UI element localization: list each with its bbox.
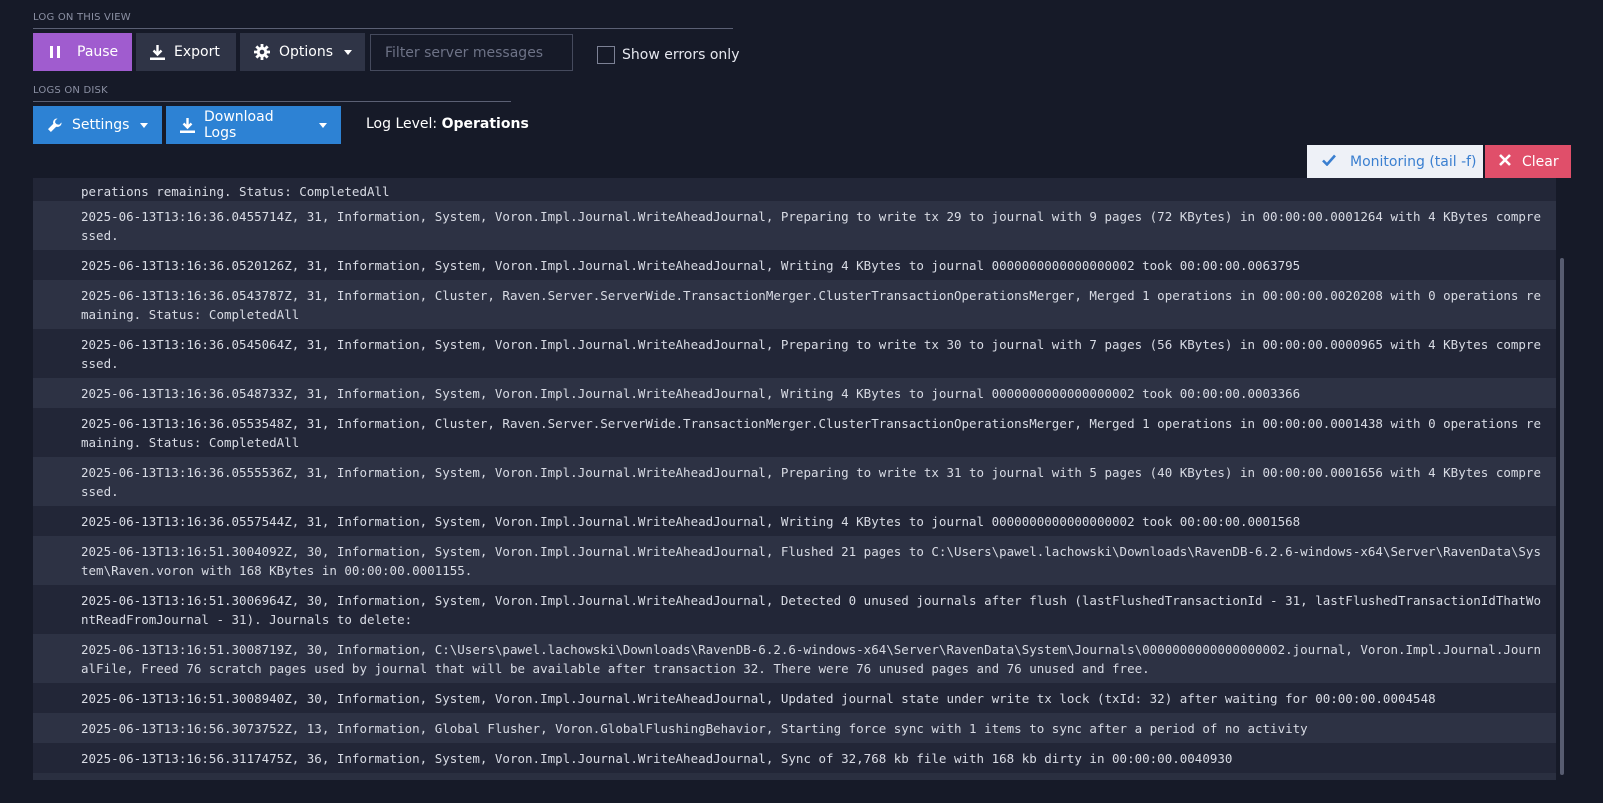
export-button-label: Export bbox=[174, 44, 220, 60]
pause-icon bbox=[50, 46, 60, 58]
export-button[interactable]: Export bbox=[136, 33, 236, 71]
gear-icon bbox=[254, 44, 270, 60]
log-level-value: Operations bbox=[441, 116, 529, 132]
settings-dropdown-button[interactable]: Settings bbox=[33, 106, 162, 144]
settings-button-label: Settings bbox=[72, 117, 130, 133]
view-section-divider bbox=[33, 28, 733, 29]
log-row: 2025-06-13T13:16:36.0557544Z, 31, Inform… bbox=[33, 506, 1556, 536]
chevron-down-icon bbox=[319, 122, 327, 128]
log-level-prefix: Log Level: bbox=[366, 116, 438, 132]
download-logs-button-label: Download Logs bbox=[204, 109, 274, 141]
log-list: perations remaining. Status: CompletedAl… bbox=[33, 178, 1556, 780]
log-row: 2025-06-13T13:16:56.3073752Z, 13, Inform… bbox=[33, 713, 1556, 743]
download-icon bbox=[150, 44, 165, 60]
log-level-indicator: Log Level: Operations bbox=[366, 116, 529, 132]
log-row: 2025-06-13T13:16:51.3008719Z, 30, Inform… bbox=[33, 634, 1556, 683]
disk-section-divider bbox=[33, 101, 511, 102]
filter-messages-input[interactable] bbox=[370, 34, 573, 71]
options-dropdown-button[interactable]: Options bbox=[240, 33, 365, 71]
errors-only-toggle[interactable]: Show errors only bbox=[597, 46, 739, 64]
log-row: 2025-06-13T13:16:36.0543787Z, 31, Inform… bbox=[33, 280, 1556, 329]
log-row: perations remaining. Status: CompletedAl… bbox=[33, 178, 1556, 201]
monitoring-toggle-button[interactable]: Monitoring (tail -f) bbox=[1307, 145, 1483, 178]
errors-only-checkbox[interactable] bbox=[597, 46, 615, 64]
log-scrollbar[interactable] bbox=[1560, 258, 1564, 775]
download-logs-dropdown-button[interactable]: Download Logs bbox=[166, 106, 341, 144]
view-section-label: LOG ON THIS VIEW bbox=[33, 12, 131, 23]
pause-button[interactable]: Pause bbox=[33, 33, 132, 71]
clear-button-label: Clear bbox=[1522, 153, 1559, 170]
wrench-icon bbox=[47, 117, 63, 133]
log-row: 2025-06-13T13:16:36.0555536Z, 31, Inform… bbox=[33, 457, 1556, 506]
check-icon bbox=[1322, 154, 1336, 170]
disk-section-label: LOGS ON DISK bbox=[33, 85, 108, 96]
log-row: 2025-06-13T13:16:56.3117475Z, 36, Inform… bbox=[33, 743, 1556, 773]
close-icon bbox=[1499, 153, 1511, 170]
log-row: 2025-06-13T13:16:51.3006964Z, 30, Inform… bbox=[33, 585, 1556, 634]
chevron-down-icon bbox=[344, 49, 353, 55]
log-row: 2025-06-13T13:16:36.0520126Z, 31, Inform… bbox=[33, 250, 1556, 280]
options-button-label: Options bbox=[279, 44, 334, 60]
download-icon bbox=[180, 117, 195, 133]
log-row: 2025-06-13T13:16:36.0553548Z, 31, Inform… bbox=[33, 408, 1556, 457]
log-row: 2025-06-13T13:16:36.0545064Z, 31, Inform… bbox=[33, 329, 1556, 378]
log-row: 2025-06-13T13:16:51.3004092Z, 30, Inform… bbox=[33, 536, 1556, 585]
log-row: 2025-06-13T13:16:36.0548733Z, 31, Inform… bbox=[33, 378, 1556, 408]
clear-button[interactable]: Clear bbox=[1485, 145, 1571, 178]
chevron-down-icon bbox=[140, 122, 149, 128]
monitoring-label: Monitoring (tail -f) bbox=[1350, 153, 1477, 170]
log-row: 2025-06-13T13:16:51.3008940Z, 30, Inform… bbox=[33, 683, 1556, 713]
errors-only-label: Show errors only bbox=[622, 47, 740, 63]
log-row: 2025-06-13T13:16:36.0455714Z, 31, Inform… bbox=[33, 201, 1556, 250]
pause-button-label: Pause bbox=[77, 44, 119, 60]
